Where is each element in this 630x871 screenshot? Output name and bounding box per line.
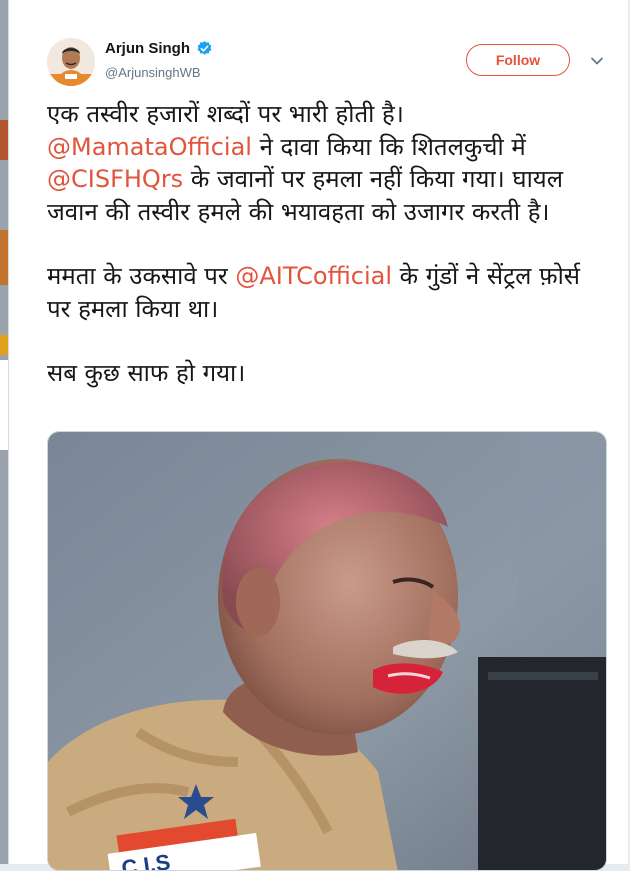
tweet-paragraph: ममता के उकसावे पर @AITCofficial के गुंडो…: [47, 260, 607, 325]
tweet-paragraph: सब कुछ साफ हो गया।: [47, 357, 607, 390]
mention-link[interactable]: @AITCofficial: [235, 262, 392, 290]
background-fragment: [0, 230, 8, 285]
injured-jawan-photo: C.I.S: [48, 432, 606, 870]
background-page-strip: [0, 0, 8, 864]
avatar[interactable]: [47, 38, 95, 86]
author-handle[interactable]: @ArjunsinghWB: [105, 65, 201, 80]
tweet-text-segment: सब कुछ साफ हो गया।: [47, 359, 246, 387]
tweet-card: Arjun Singh @ArjunsinghWB Follow एक तस्व…: [8, 0, 628, 871]
tweet-text: एक तस्वीर हजारों शब्दों पर भारी होती है।…: [47, 98, 607, 390]
tweet-media-photo[interactable]: C.I.S: [47, 431, 607, 871]
chevron-down-icon[interactable]: [590, 54, 604, 68]
tweet-text-segment: एक तस्वीर हजारों शब्दों पर भारी होती है।: [47, 100, 404, 128]
tweet-text-segment: ममता के उकसावे पर: [47, 262, 236, 290]
tweet-text-segment: ने दावा किया कि शितलकुची में: [251, 132, 526, 161]
mention-link[interactable]: @MamataOfficial: [47, 133, 252, 161]
mention-link[interactable]: @CISFHQrs: [47, 165, 183, 193]
author-display-name[interactable]: Arjun Singh: [105, 40, 190, 57]
avatar-image: [47, 38, 95, 86]
tweet-header: Arjun Singh @ArjunsinghWB Follow: [9, 0, 628, 90]
background-fragment: [0, 335, 8, 355]
background-fragment: [0, 360, 8, 450]
author-name-row: Arjun Singh: [105, 40, 213, 57]
verified-badge-icon: [197, 41, 212, 55]
background-fragment: [0, 120, 8, 160]
follow-button[interactable]: Follow: [466, 44, 570, 76]
tweet-paragraph: एक तस्वीर हजारों शब्दों पर भारी होती है।…: [47, 98, 607, 228]
